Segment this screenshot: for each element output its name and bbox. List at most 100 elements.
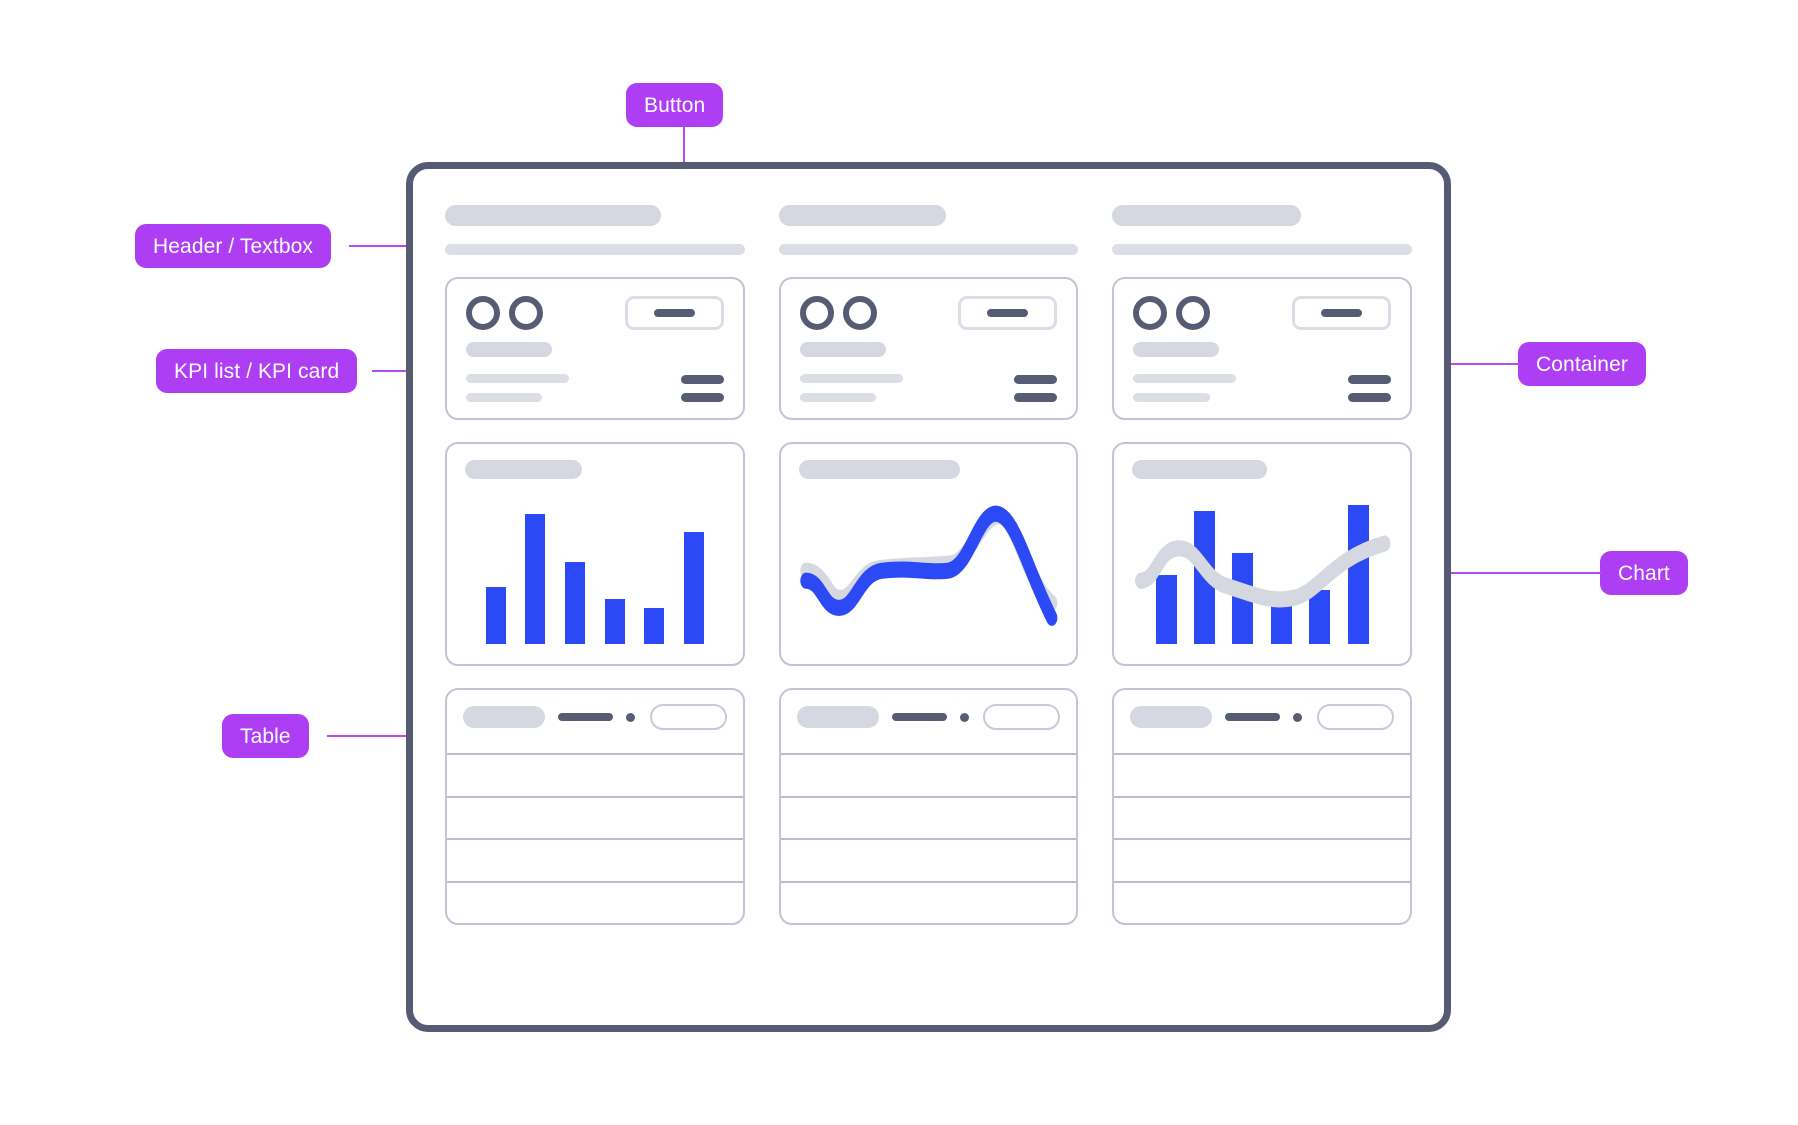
kpi-card[interactable] (445, 277, 745, 420)
header-subtitle-placeholder (1112, 244, 1413, 255)
table-row[interactable] (780, 838, 1077, 881)
table-title-placeholder (463, 706, 545, 728)
kpi-card-top (1133, 296, 1392, 330)
table-card[interactable] (1112, 688, 1413, 925)
table-body (780, 753, 1077, 924)
bar (565, 562, 586, 644)
bar (525, 514, 546, 644)
button-label-placeholder (653, 309, 695, 317)
table-header-row (447, 741, 743, 753)
kpi-value-lines (1348, 375, 1392, 402)
table-body (1114, 753, 1411, 924)
table-filter-placeholder[interactable] (1225, 713, 1281, 721)
table-row[interactable] (447, 753, 743, 796)
annotation-label-button-text: Button (644, 93, 706, 117)
mixed-chart-trend-svg (1135, 535, 1391, 608)
table-body (447, 753, 743, 923)
kpi-action-button[interactable] (624, 296, 724, 330)
kpi-card-row (445, 277, 1413, 420)
kpi-value-lines (1014, 375, 1058, 402)
table-row[interactable] (780, 795, 1077, 839)
annotation-label-button[interactable]: Button (626, 83, 724, 127)
table-title-placeholder (1130, 706, 1213, 728)
bar (683, 532, 704, 644)
table-row[interactable] (1114, 753, 1411, 796)
annotation-label-header[interactable]: Header / Textbox (135, 224, 331, 268)
line-chart-svg (799, 505, 1058, 626)
header-block (445, 205, 745, 255)
kpi-subtitle-placeholder (1133, 342, 1220, 357)
table-row[interactable] (780, 753, 1077, 796)
table-filter-placeholder[interactable] (891, 713, 947, 721)
circle-icon (842, 296, 877, 330)
kpi-rings (1133, 296, 1211, 330)
kpi-card[interactable] (778, 277, 1079, 420)
kpi-value-lines (680, 375, 724, 402)
table-row[interactable] (1114, 795, 1411, 839)
table-row[interactable] (447, 795, 743, 839)
circle-icon (1176, 296, 1211, 330)
kpi-subtitle-placeholder (799, 342, 886, 357)
table-header-row (781, 741, 1077, 753)
kpi-card-bottom (1133, 374, 1392, 402)
annotation-label-chart[interactable]: Chart (1600, 551, 1688, 595)
kpi-rings (799, 296, 877, 330)
circle-icon (1133, 296, 1168, 330)
kpi-card-top (799, 296, 1058, 330)
kpi-card[interactable] (1112, 277, 1413, 420)
header-title-placeholder (445, 205, 661, 226)
table-row[interactable] (1114, 880, 1411, 924)
table-toolbar (781, 690, 1077, 741)
annotation-label-table-text: Table (240, 724, 291, 748)
table-toolbar (1114, 690, 1410, 741)
chart-card-mixed[interactable] (1112, 442, 1413, 666)
chart-title-placeholder (465, 460, 582, 479)
annotation-label-kpi-text: KPI list / KPI card (174, 359, 340, 383)
dashboard-frame (406, 162, 1451, 1032)
kpi-subtitle-placeholder (466, 342, 552, 357)
bar (644, 607, 665, 644)
annotation-label-container[interactable]: Container (1518, 342, 1646, 386)
kpi-action-button[interactable] (1292, 296, 1392, 330)
table-filter-placeholder[interactable] (558, 713, 613, 721)
kpi-rings (466, 296, 543, 330)
table-row[interactable] (1114, 838, 1411, 881)
table-card[interactable] (778, 688, 1079, 925)
bar-series (485, 493, 704, 644)
bar-chart-plot (465, 489, 725, 650)
table-action-button[interactable] (983, 704, 1061, 730)
table-title-placeholder (796, 706, 879, 728)
chart-card-bar[interactable] (445, 442, 745, 666)
annotation-label-chart-text: Chart (1618, 561, 1670, 585)
circle-icon (799, 296, 834, 330)
chart-row (445, 442, 1413, 666)
kpi-detail-lines (1133, 374, 1237, 402)
chart-card-line[interactable] (778, 442, 1079, 666)
bar (485, 586, 506, 644)
header-title-placeholder (1112, 205, 1302, 226)
kpi-card-bottom (799, 374, 1058, 402)
circle-icon (466, 296, 500, 330)
table-action-button[interactable] (649, 704, 727, 730)
kpi-card-top (466, 296, 724, 330)
annotation-label-container-text: Container (1536, 352, 1628, 376)
kpi-action-button[interactable] (958, 296, 1058, 330)
table-action-button[interactable] (1317, 704, 1395, 730)
kpi-detail-lines (466, 374, 569, 402)
button-label-placeholder (987, 309, 1029, 317)
chart-title-placeholder (798, 460, 960, 479)
table-row[interactable] (447, 838, 743, 881)
table-header-row (1114, 741, 1410, 753)
line-chart-plot (799, 489, 1059, 650)
line-series-primary (799, 505, 1058, 626)
annotation-label-kpi[interactable]: KPI list / KPI card (156, 349, 358, 393)
table-more-icon[interactable] (959, 712, 969, 722)
table-row[interactable] (780, 880, 1077, 924)
table-card[interactable] (445, 688, 745, 925)
annotation-label-header-text: Header / Textbox (153, 234, 313, 258)
trend-line (1135, 535, 1391, 608)
annotation-label-table[interactable]: Table (222, 714, 309, 758)
table-row[interactable] (447, 880, 743, 924)
table-more-icon[interactable] (626, 712, 635, 722)
table-more-icon[interactable] (1293, 712, 1303, 722)
